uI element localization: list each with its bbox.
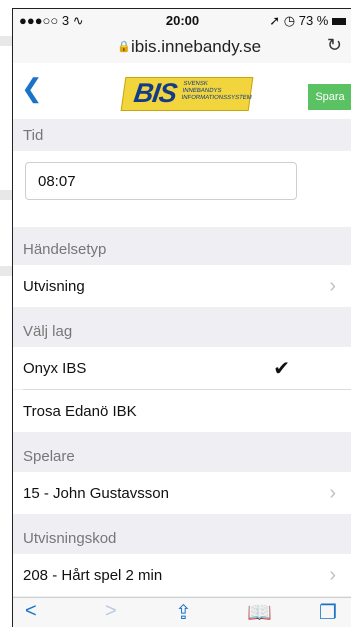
chevron-right-icon: › [329, 275, 336, 297]
team-option-onyx[interactable]: Onyx IBS ✔ [13, 347, 351, 389]
chevron-left-icon[interactable]: ❮ [21, 75, 43, 101]
reload-icon[interactable]: ↻ [327, 35, 342, 56]
section-header-team: Välj lag [23, 323, 73, 340]
event-type-select[interactable]: Utvisning › [13, 265, 351, 307]
location-arrow-icon: ➚ [269, 13, 281, 28]
team-option-label: Trosa Edanö IBK [23, 403, 137, 420]
event-type-value: Utvisning [23, 278, 85, 295]
book-icon[interactable]: 📖 [247, 600, 272, 625]
player-value: 15 - John Gustavsson [23, 485, 169, 502]
penalty-code-value: 208 - Hårt spel 2 min [23, 567, 163, 584]
url-text[interactable]: ibis.innebandy.se [131, 37, 261, 57]
lock-icon: 🔒 [117, 41, 131, 53]
status-bar: ●●●○○ 3 ∿ 20:00 ➚ ◷ 73 % [13, 9, 351, 31]
background-page [0, 0, 12, 626]
team-option-label: Onyx IBS [23, 360, 87, 377]
battery-percent: 73 % [298, 13, 329, 28]
penalty-code-select[interactable]: 208 - Hårt spel 2 min › [13, 554, 351, 596]
chevron-right-icon: › [329, 482, 336, 504]
browser-toolbar: < > ⇪ 📖 ❐ [13, 597, 351, 627]
status-right: ➚ ◷ 73 % [269, 13, 346, 29]
time-row: 08:07 [13, 151, 351, 227]
back-nav-button[interactable]: < [25, 600, 37, 623]
app-header: ❮ BIS SVENSK INNEBANDYS INFORMATIONSSYSTEM… [13, 63, 351, 120]
address-bar[interactable]: 🔒 ibis.innebandy.se ↻ [13, 31, 351, 64]
checkmark-icon: ✔ [273, 358, 290, 380]
section-header-penalty-code: Utvisningskod [23, 530, 117, 547]
section-header-player: Spelare [23, 448, 75, 465]
time-input[interactable]: 08:07 [25, 162, 297, 200]
share-icon[interactable]: ⇪ [175, 600, 192, 625]
form-content: Tid 08:07 Händelsetyp Utvisning › Välj l… [13, 119, 351, 597]
time-value: 08:07 [38, 173, 76, 190]
player-select[interactable]: 15 - John Gustavsson › [13, 472, 351, 514]
bis-logo: BIS SVENSK INNEBANDYS INFORMATIONSSYSTEM [120, 77, 254, 111]
section-header-event-type: Händelsetyp [23, 241, 107, 258]
logo-subtitle: SVENSK INNEBANDYS INFORMATIONSSYSTEM [181, 81, 253, 101]
section-header-time: Tid [23, 127, 44, 144]
battery-icon [332, 18, 346, 26]
alarm-icon: ◷ [283, 13, 296, 28]
tabs-icon[interactable]: ❐ [319, 600, 337, 625]
team-option-trosa[interactable]: Trosa Edanö IBK [13, 390, 351, 432]
phone-screen: ●●●○○ 3 ∿ 20:00 ➚ ◷ 73 % 🔒 ibis.inneband… [12, 8, 351, 627]
forward-nav-button[interactable]: > [105, 600, 117, 623]
save-button[interactable]: Spara [308, 84, 351, 110]
logo-text: BIS [132, 78, 179, 108]
chevron-right-icon: › [329, 564, 336, 586]
